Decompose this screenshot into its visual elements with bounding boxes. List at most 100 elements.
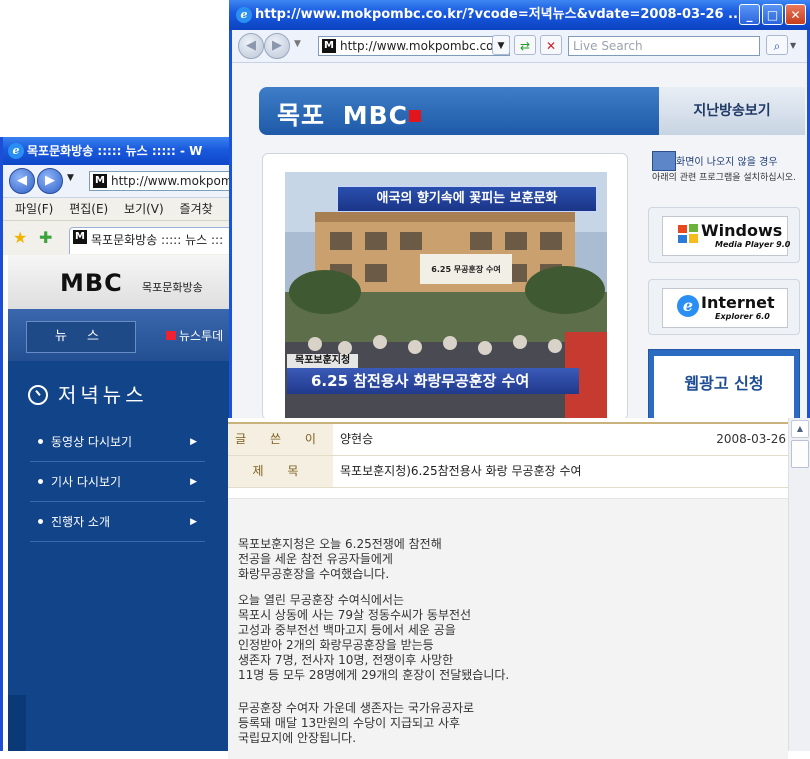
help-line-2: 아래의 관련 프로그램을 설치하십시오.	[652, 173, 796, 183]
ie-icon: e	[236, 7, 252, 23]
mbc-logo-sub: 목포문화방송	[142, 281, 203, 294]
site-favicon-icon: M	[93, 174, 107, 188]
menu-view[interactable]: 보기(V)	[124, 198, 164, 220]
back-site-content: MBC 목포문화방송 뉴 스 뉴스투데 저녁뉴스 동영상 다시보기 ▶ 기사 다시…	[3, 255, 238, 751]
bullet-icon	[38, 439, 43, 444]
search-icon[interactable]: ⌕	[766, 35, 788, 55]
chevron-down-icon[interactable]: ▼	[67, 173, 74, 183]
clock-icon	[28, 385, 48, 405]
back-window-title: 목포문화방송 ::::: 뉴스 ::::: - W	[27, 144, 203, 158]
article-paragraph: 무공훈장 수여자 가운데 생존자는 국가유공자로 등록돼 매달 13만원의 수당…	[238, 701, 475, 745]
windows-media-player-download[interactable]: Windows Media Player 9.0	[648, 207, 800, 263]
author-label: 글 쓴 이	[228, 424, 333, 455]
wmp-name: Windows	[701, 221, 783, 240]
video-caption-sub: 목포보훈지청	[287, 354, 359, 368]
stop-icon[interactable]: ✕	[540, 35, 562, 55]
section-title-text: 저녁뉴스	[58, 383, 148, 407]
sidebar-item-label: 기사 다시보기	[51, 475, 122, 489]
back-arrow-icon[interactable]: ◀	[9, 168, 35, 194]
author-value: 양현승	[340, 432, 374, 446]
wmp-version: Media Player 9.0	[715, 240, 791, 249]
sidebar-item-video-replay[interactable]: 동영상 다시보기 ▶	[30, 423, 205, 462]
front-window-title: http://www.mokpombc.co.kr/?vcode=저녁뉴스&vd…	[255, 7, 743, 22]
front-site-content: 목포 MBC 지난방송보기 애국의 향기속에 꽃피는 보훈문화 6.25 무공훈…	[232, 63, 807, 418]
back-tab-bar: ★ ✚ M 목포문화방송 ::::: 뉴스 :::	[3, 221, 251, 256]
section-title: 저녁뉴스	[28, 379, 148, 408]
maximize-button[interactable]: □	[762, 4, 783, 25]
replay-header: 목포 MBC 지난방송보기	[259, 87, 805, 135]
ie-button[interactable]: e Internet Explorer 6.0	[662, 288, 788, 328]
front-url-text: http://www.mokpombc.co	[340, 39, 494, 53]
web-ad-label: 웹광고 신청	[654, 356, 794, 418]
menu-favorites[interactable]: 즐겨찾	[180, 198, 213, 220]
subject-value: 목포보훈지청)6.25참전용사 화랑 무공훈장 수여	[340, 464, 582, 478]
video-caption-main: 6.25 참전용사 화랑무공훈장 수여	[287, 368, 579, 394]
sidebar-item-label: 진행자 소개	[51, 515, 111, 529]
background-browser-window[interactable]: e 목포문화방송 ::::: 뉴스 ::::: - W ◀ ▶ ▼ Mhttp:…	[0, 137, 251, 751]
nav-news-button[interactable]: 뉴 스	[26, 321, 136, 353]
sidebar-item-label: 동영상 다시보기	[51, 435, 133, 449]
site-top-nav: 뉴 스 뉴스투데	[8, 309, 238, 361]
scroll-thumb[interactable]	[791, 440, 809, 468]
favorites-star-icon[interactable]: ★	[13, 228, 27, 247]
video-frame: 애국의 향기속에 꽃피는 보훈문화 6.25 무공훈장 수여 목포보훈지청 6.…	[262, 153, 628, 418]
ie-icon: e	[8, 143, 24, 159]
subject-row: 제 목 목포보훈지청)6.25참전용사 화랑 무공훈장 수여	[228, 456, 788, 488]
nav-news-today[interactable]: 뉴스투데	[166, 327, 223, 344]
sidebar-decoration	[8, 695, 26, 751]
arrow-right-icon: ▶	[190, 437, 197, 447]
logo-red-dot	[409, 110, 422, 122]
mbc-logo[interactable]: MBC	[60, 269, 123, 297]
article-date: 2008-03-26	[716, 432, 786, 446]
add-favorite-icon[interactable]: ✚	[39, 228, 52, 247]
monitor-icon	[652, 151, 676, 171]
search-input[interactable]: Live Search	[568, 36, 760, 56]
internet-explorer-download[interactable]: e Internet Explorer 6.0	[648, 279, 800, 335]
forward-arrow-icon[interactable]: ▶	[264, 33, 290, 59]
minimize-button[interactable]: _	[739, 4, 760, 25]
vertical-scrollbar[interactable]: ▲	[788, 418, 810, 751]
address-dropdown-icon[interactable]: ▼	[492, 35, 510, 55]
article-body: 목포보훈지청은 오늘 6.25전쟁에 참전해 전공을 세운 참전 유공자들에게 …	[228, 498, 788, 759]
help-line-1: 화면이 나오지 않을 경우	[676, 157, 778, 168]
ie-logo-icon: e	[677, 295, 699, 317]
close-button[interactable]: ✕	[785, 4, 806, 25]
article-panel: 글 쓴 이 양현승 2008-03-26 제 목 목포보훈지청)6.25참전용사…	[228, 418, 810, 759]
bullet-icon	[38, 519, 43, 524]
front-navigation-bar: ◀ ▶ ▼ Mhttp://www.mokpombc.co ▼ ⇄ ✕ Live…	[232, 30, 807, 63]
menu-file[interactable]: 파일(F)	[15, 198, 53, 220]
popup-browser-window[interactable]: e http://www.mokpombc.co.kr/?vcode=저녁뉴스&…	[229, 0, 810, 418]
back-address-bar[interactable]: Mhttp://www.mokpom	[89, 171, 249, 191]
back-window-titlebar[interactable]: e 목포문화방송 ::::: 뉴스 ::::: - W	[3, 137, 236, 165]
front-address-bar[interactable]: Mhttp://www.mokpombc.co	[318, 36, 510, 56]
arrow-right-icon: ▶	[190, 477, 197, 487]
article-paragraph: 목포보훈지청은 오늘 6.25전쟁에 참전해 전공을 세운 참전 유공자들에게 …	[238, 537, 442, 581]
player-help: 화면이 나오지 않을 경우 아래의 관련 프로그램을 설치하십시오.	[652, 147, 802, 187]
scroll-up-icon[interactable]: ▲	[791, 420, 809, 438]
logo-text-mbc: MBC	[342, 101, 409, 130]
search-options-icon[interactable]: ▼	[790, 41, 796, 50]
mokpo-mbc-logo[interactable]: 목포 MBC	[277, 96, 422, 132]
back-tab-label: 목포문화방송 ::::: 뉴스 :::	[91, 233, 224, 247]
news-video[interactable]: 애국의 향기속에 꽃피는 보훈문화 6.25 무공훈장 수여 목포보훈지청 6.…	[285, 172, 607, 418]
wmp-button[interactable]: Windows Media Player 9.0	[662, 216, 791, 256]
back-url-text: http://www.mokpom	[111, 174, 233, 188]
front-window-titlebar[interactable]: e http://www.mokpombc.co.kr/?vcode=저녁뉴스&…	[229, 0, 810, 30]
menu-edit[interactable]: 편집(E)	[69, 198, 108, 220]
bullet-icon	[38, 479, 43, 484]
chevron-down-icon[interactable]: ▼	[294, 39, 301, 49]
back-browser-tab[interactable]: M 목포문화방송 ::::: 뉴스 :::	[69, 227, 251, 254]
refresh-icon[interactable]: ⇄	[514, 35, 536, 55]
sidebar-item-anchor-intro[interactable]: 진행자 소개 ▶	[30, 503, 205, 542]
nav-news-today-label: 뉴스투데	[179, 329, 224, 343]
back-arrow-icon[interactable]: ◀	[238, 33, 264, 59]
video-sign-text: 6.25 무공훈장 수여	[431, 265, 501, 274]
ie-name: Internet	[701, 293, 775, 312]
sidebar-item-article-replay[interactable]: 기사 다시보기 ▶	[30, 463, 205, 502]
site-header: MBC 목포문화방송	[8, 255, 238, 309]
web-ad-banner[interactable]: 웹광고 신청	[648, 349, 800, 418]
forward-arrow-icon[interactable]: ▶	[37, 168, 63, 194]
news-sidebar: 저녁뉴스 동영상 다시보기 ▶ 기사 다시보기 ▶ 진행자 소개 ▶	[8, 361, 238, 751]
article-meta: 글 쓴 이 양현승 2008-03-26 제 목 목포보훈지청)6.25참전용사…	[228, 422, 788, 490]
back-navigation-bar: ◀ ▶ ▼ Mhttp://www.mokpom	[3, 165, 249, 198]
